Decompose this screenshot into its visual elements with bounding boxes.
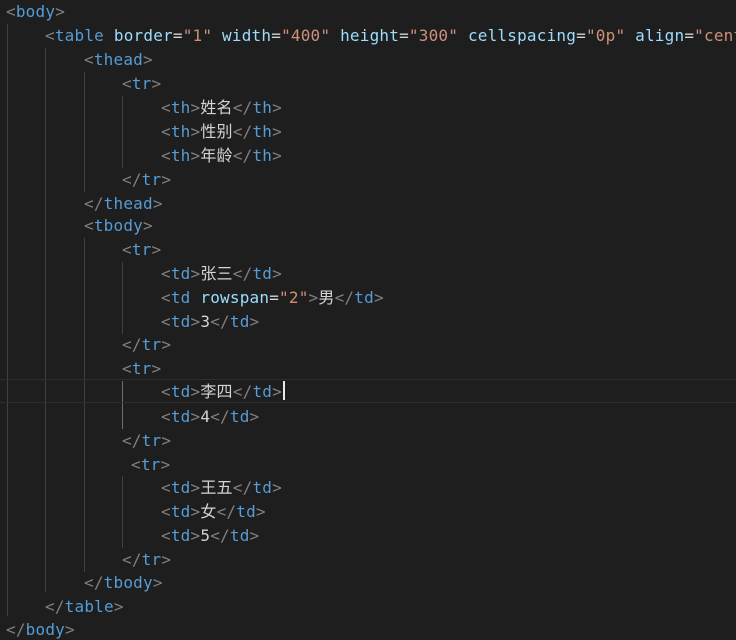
attr-width: width — [222, 26, 272, 45]
text-cursor — [282, 381, 285, 400]
td-close-tag: td — [236, 502, 256, 521]
td-close-tag: td — [229, 312, 250, 331]
thead-close-tag: thead — [103, 194, 153, 213]
attr-border: border — [113, 26, 173, 45]
tr-open-tag: tr — [131, 359, 152, 378]
attr-rowspan-value: "2" — [279, 288, 309, 307]
td-open-tag: td — [170, 264, 191, 283]
td-open-tag: td — [170, 407, 191, 426]
attr-height: height — [340, 26, 400, 45]
code-line[interactable]: <td>5</td> — [0, 524, 736, 548]
code-line[interactable]: <tr> — [0, 357, 736, 381]
code-line[interactable]: <tr> — [0, 453, 736, 477]
tbody-close-tag: tbody — [103, 573, 153, 592]
attr-width-value: "400" — [281, 26, 331, 45]
td-close-tag: td — [229, 407, 250, 426]
th-close-tag: th — [252, 122, 273, 141]
td-close-tag: td — [252, 382, 273, 401]
code-line[interactable]: </tr> — [0, 333, 736, 357]
code-line[interactable]: </tr> — [0, 548, 736, 572]
cell-text: 张三 — [200, 264, 233, 283]
td-open-tag: td — [170, 526, 191, 545]
td-open-tag: td — [170, 502, 191, 521]
cell-text: 王五 — [200, 478, 233, 497]
table-open-tag: table — [54, 26, 105, 45]
body-open-tag: body — [15, 2, 56, 21]
code-line[interactable]: <tr> — [0, 238, 736, 262]
code-line[interactable]: <th>性别</th> — [0, 120, 736, 144]
cell-text: 3 — [200, 312, 211, 331]
attr-height-value: "300" — [408, 26, 459, 45]
cell-text: 4 — [200, 407, 211, 426]
code-line[interactable]: <thead> — [0, 48, 736, 72]
tr-close-tag: tr — [141, 170, 162, 189]
td-open-tag: td — [170, 382, 191, 401]
tr-open-tag: tr — [140, 455, 161, 474]
td-close-tag: td — [354, 288, 374, 307]
td-close-tag: td — [252, 478, 273, 497]
header-cell-text: 姓名 — [200, 98, 233, 117]
cell-text: 李四 — [200, 382, 233, 401]
attr-border-value: "1" — [182, 26, 213, 45]
code-line[interactable]: <th>年龄</th> — [0, 144, 736, 168]
attr-cellspacing: cellspacing — [467, 26, 577, 45]
th-open-tag: th — [170, 146, 191, 165]
th-open-tag: th — [170, 122, 191, 141]
attr-align-value: "cente — [694, 26, 736, 45]
tr-open-tag: tr — [131, 74, 152, 93]
tr-close-tag: tr — [141, 550, 162, 569]
tr-close-tag: tr — [141, 335, 162, 354]
thead-open-tag: thead — [93, 50, 144, 69]
attr-cellspacing-value: "0p" — [585, 26, 626, 45]
code-line[interactable]: <td rowspan="2">男</td> — [0, 286, 736, 310]
td-close-tag: td — [252, 264, 273, 283]
code-line[interactable]: <body> — [0, 0, 736, 24]
body-close-tag: body — [25, 620, 66, 639]
tr-close-tag: tr — [141, 431, 162, 450]
cell-text: 女 — [200, 502, 217, 521]
header-cell-text: 性别 — [200, 122, 233, 141]
attr-align: align — [635, 26, 685, 45]
code-line[interactable]: <tr> — [0, 72, 736, 96]
code-line[interactable]: <th>姓名</th> — [0, 96, 736, 120]
code-line[interactable]: </tr> — [0, 429, 736, 453]
code-line[interactable]: <td>张三</td> — [0, 262, 736, 286]
code-line[interactable]: <td>女</td> — [0, 500, 736, 524]
code-line[interactable]: <td>王五</td> — [0, 476, 736, 500]
td-open-tag: td — [170, 288, 191, 307]
code-line[interactable]: <td>4</td> — [0, 405, 736, 429]
cell-text: 5 — [200, 526, 211, 545]
code-line[interactable]: </table> — [0, 595, 736, 619]
code-line[interactable]: </tbody> — [0, 571, 736, 595]
tr-open-tag: tr — [131, 240, 152, 259]
code-line-current[interactable]: <td>李四</td> — [0, 379, 736, 403]
td-open-tag: td — [170, 312, 191, 331]
code-line[interactable]: <tbody> — [0, 214, 736, 238]
th-open-tag: th — [170, 98, 191, 117]
tbody-open-tag: tbody — [93, 216, 144, 235]
code-line[interactable]: </tr> — [0, 168, 736, 192]
attr-rowspan: rowspan — [200, 288, 270, 307]
code-line[interactable]: <td>3</td> — [0, 310, 736, 334]
th-close-tag: th — [252, 98, 273, 117]
code-line[interactable]: </thead> — [0, 192, 736, 216]
td-open-tag: td — [170, 478, 191, 497]
th-close-tag: th — [252, 146, 273, 165]
code-line[interactable]: <table border="1" width="400" height="30… — [0, 24, 736, 48]
code-line[interactable]: </body> — [0, 618, 736, 640]
code-editor[interactable]: <body> <table border="1" width="400" hei… — [0, 0, 736, 640]
table-close-tag: table — [64, 597, 114, 616]
td-close-tag: td — [229, 526, 250, 545]
cell-text: 男 — [318, 288, 335, 307]
header-cell-text: 年龄 — [200, 146, 233, 165]
